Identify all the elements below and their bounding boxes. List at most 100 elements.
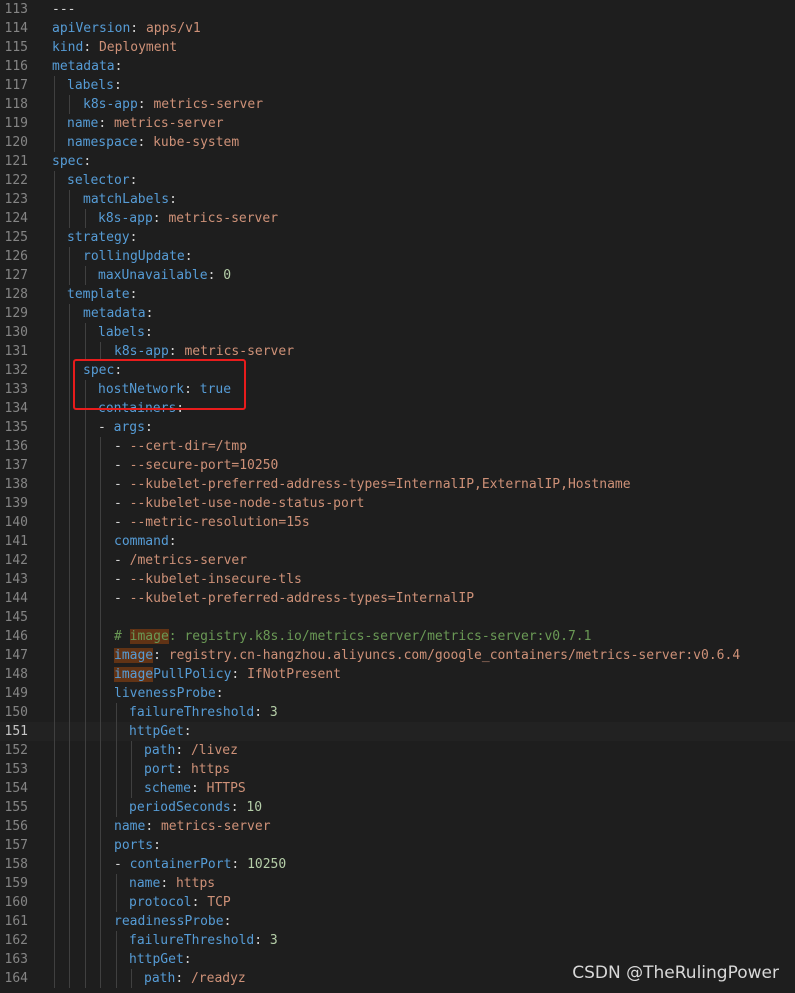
code-line[interactable]: 162 failureThreshold: 3 <box>0 931 795 950</box>
code-text: spec: <box>52 152 91 171</box>
indent-guide <box>69 798 70 817</box>
code-line[interactable]: 136 - --cert-dir=/tmp <box>0 437 795 456</box>
code-editor[interactable]: 113 --- 114 apiVersion: apps/v1 115 kind: Dep… <box>0 0 795 993</box>
code-token: - <box>114 515 130 530</box>
indent-guide <box>85 532 86 551</box>
code-token: --- <box>52 2 76 17</box>
code-line[interactable]: 137 - --secure-port=10250 <box>0 456 795 475</box>
code-line[interactable]: 123 matchLabels: <box>0 190 795 209</box>
code-line[interactable]: 157 ports: <box>0 836 795 855</box>
indent-guide <box>116 874 117 893</box>
code-token: --kubelet-preferred-address-types=Intern… <box>129 591 475 606</box>
indent-guide <box>85 665 86 684</box>
indent-guide <box>100 684 101 703</box>
code-line[interactable]: 153 port: https <box>0 760 795 779</box>
indent-guide <box>54 874 55 893</box>
code-token: apps/v1 <box>145 21 201 36</box>
code-line[interactable]: 145 <box>0 608 795 627</box>
indent-guide <box>54 361 55 380</box>
code-token: - <box>114 591 130 606</box>
code-line[interactable]: 133 hostNetwork: true <box>0 380 795 399</box>
code-token: : <box>231 667 248 682</box>
code-line[interactable]: 141 command: <box>0 532 795 551</box>
code-token: https <box>190 762 231 777</box>
indent-guide <box>85 342 86 361</box>
code-line[interactable]: 118 k8s-app: metrics-server <box>0 95 795 114</box>
code-line[interactable]: 155 periodSeconds: 10 <box>0 798 795 817</box>
indent-guide <box>54 570 55 589</box>
code-line[interactable]: 146 # image: registry.k8s.io/metrics-serv… <box>0 627 795 646</box>
code-line[interactable]: 143 - --kubelet-insecure-tls <box>0 570 795 589</box>
code-token: /readyz <box>190 971 246 986</box>
code-line[interactable]: 138 - --kubelet-preferred-address-types=I… <box>0 475 795 494</box>
code-line[interactable]: 149 livenessProbe: <box>0 684 795 703</box>
code-line[interactable]: 125 strategy: <box>0 228 795 247</box>
indent-guide <box>100 950 101 969</box>
code-token: - <box>114 572 130 587</box>
code-line[interactable]: 132 spec: <box>0 361 795 380</box>
code-line[interactable]: 113 --- <box>0 0 795 19</box>
code-line[interactable]: 119 name: metrics-server <box>0 114 795 133</box>
code-token: namespace <box>67 135 138 150</box>
line-number: 121 <box>4 154 28 169</box>
code-text: labels: <box>98 323 153 342</box>
code-line[interactable]: 134 containers: <box>0 399 795 418</box>
code-line[interactable]: 154 scheme: HTTPS <box>0 779 795 798</box>
code-line[interactable]: 114 apiVersion: apps/v1 <box>0 19 795 38</box>
code-token: path <box>144 743 176 758</box>
code-line[interactable]: 161 readinessProbe: <box>0 912 795 931</box>
code-line[interactable]: 140 - --metric-resolution=15s <box>0 513 795 532</box>
code-token: : <box>176 401 185 416</box>
code-text: kind: Deployment <box>52 38 177 57</box>
code-token: : <box>190 781 207 796</box>
code-line[interactable]: 139 - --kubelet-use-node-status-port <box>0 494 795 513</box>
code-token: command <box>114 534 169 549</box>
code-line[interactable]: 130 labels: <box>0 323 795 342</box>
line-number: 115 <box>4 40 28 55</box>
line-number: 131 <box>4 344 28 359</box>
code-line[interactable]: 135 - args: <box>0 418 795 437</box>
code-line[interactable]: 127 maxUnavailable: 0 <box>0 266 795 285</box>
code-token: : <box>152 211 169 226</box>
code-line[interactable]: 159 name: https <box>0 874 795 893</box>
code-line[interactable]: 121 spec: <box>0 152 795 171</box>
code-line[interactable]: 156 name: metrics-server <box>0 817 795 836</box>
code-line[interactable]: 160 protocol: TCP <box>0 893 795 912</box>
code-line[interactable]: 116 metadata: <box>0 57 795 76</box>
indent-guide <box>69 627 70 646</box>
code-line[interactable]: 144 - --kubelet-preferred-address-types=I… <box>0 589 795 608</box>
code-line[interactable]: 126 rollingUpdate: <box>0 247 795 266</box>
indent-guide <box>54 133 55 152</box>
code-line[interactable]: 158 - containerPort: 10250 <box>0 855 795 874</box>
indent-guide <box>100 798 101 817</box>
indent-guide <box>54 342 55 361</box>
code-line[interactable]: 142 - /metrics-server <box>0 551 795 570</box>
code-line[interactable]: 124 k8s-app: metrics-server <box>0 209 795 228</box>
indent-guide <box>69 684 70 703</box>
code-line[interactable]: 150 failureThreshold: 3 <box>0 703 795 722</box>
code-line[interactable]: 120 namespace: kube-system <box>0 133 795 152</box>
code-token: ports <box>114 838 154 853</box>
line-number: 147 <box>4 648 28 663</box>
indent-guide <box>100 760 101 779</box>
indent-guide <box>69 836 70 855</box>
code-line[interactable]: 122 selector: <box>0 171 795 190</box>
indent-guide <box>85 209 86 228</box>
indent-guide <box>69 418 70 437</box>
code-text: rollingUpdate: <box>83 247 193 266</box>
code-line[interactable]: 115 kind: Deployment <box>0 38 795 57</box>
code-line[interactable]: 148 imagePullPolicy: IfNotPresent <box>0 665 795 684</box>
code-token: rollingUpdate <box>83 249 185 264</box>
code-line[interactable]: 131 k8s-app: metrics-server <box>0 342 795 361</box>
code-token: image <box>114 648 154 663</box>
line-number: 158 <box>4 857 28 872</box>
code-line[interactable]: 151 httpGet: <box>0 722 795 741</box>
code-line[interactable]: 128 template: <box>0 285 795 304</box>
indent-guide <box>131 760 132 779</box>
indent-guide <box>100 779 101 798</box>
code-line[interactable]: 147 image: registry.cn-hangzhou.aliyuncs.… <box>0 646 795 665</box>
code-line[interactable]: 152 path: /livez <box>0 741 795 760</box>
code-line[interactable]: 117 labels: <box>0 76 795 95</box>
code-line[interactable]: 129 metadata: <box>0 304 795 323</box>
code-text: hostNetwork: true <box>98 380 231 399</box>
